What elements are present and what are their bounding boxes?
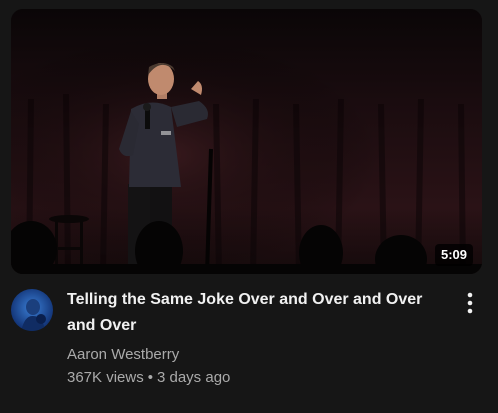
view-count: 367K views bbox=[67, 369, 144, 386]
video-thumbnail[interactable]: 5:09 bbox=[11, 9, 482, 274]
upload-age: 3 days ago bbox=[156, 369, 231, 386]
video-details: Telling the Same Joke Over and Over and … bbox=[67, 287, 437, 390]
channel-avatar[interactable] bbox=[11, 289, 53, 331]
video-card[interactable]: 5:09 Telling the Same Joke Over and Over… bbox=[0, 0, 498, 413]
video-title[interactable]: Telling the Same Joke Over and Over and … bbox=[67, 287, 437, 339]
avatar-image bbox=[11, 289, 53, 331]
channel-name[interactable]: Aaron Westberry bbox=[67, 344, 437, 366]
more-actions-button[interactable] bbox=[458, 290, 482, 316]
stage-image bbox=[11, 9, 482, 274]
more-vertical-icon bbox=[467, 292, 473, 314]
separator-dot: • bbox=[147, 369, 153, 386]
video-stats: 367K views • 3 days ago bbox=[67, 366, 437, 390]
duration-badge: 5:09 bbox=[434, 244, 473, 266]
